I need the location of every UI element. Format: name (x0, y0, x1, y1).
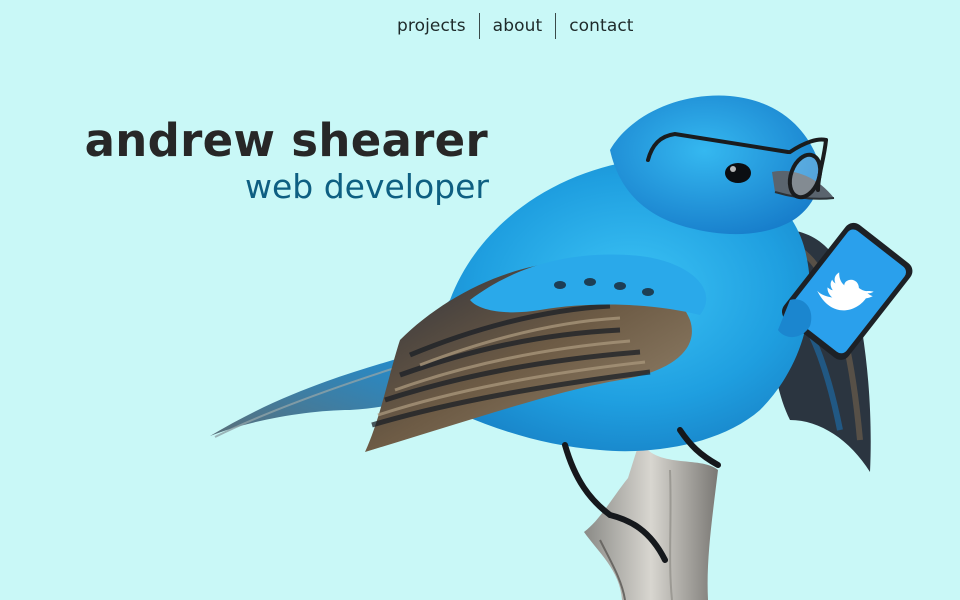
bird-illustration (210, 95, 913, 600)
branch (584, 440, 718, 600)
hero-role: web developer (245, 167, 489, 206)
eye (725, 163, 751, 183)
nav-projects-link[interactable]: projects (384, 12, 479, 40)
nav-about-link[interactable]: about (480, 12, 556, 40)
nav-contact-link[interactable]: contact (556, 12, 646, 40)
top-nav: projects about contact (384, 12, 647, 40)
page: projects about contact andrew shearer we… (0, 0, 960, 600)
hero-name: andrew shearer (84, 114, 488, 167)
